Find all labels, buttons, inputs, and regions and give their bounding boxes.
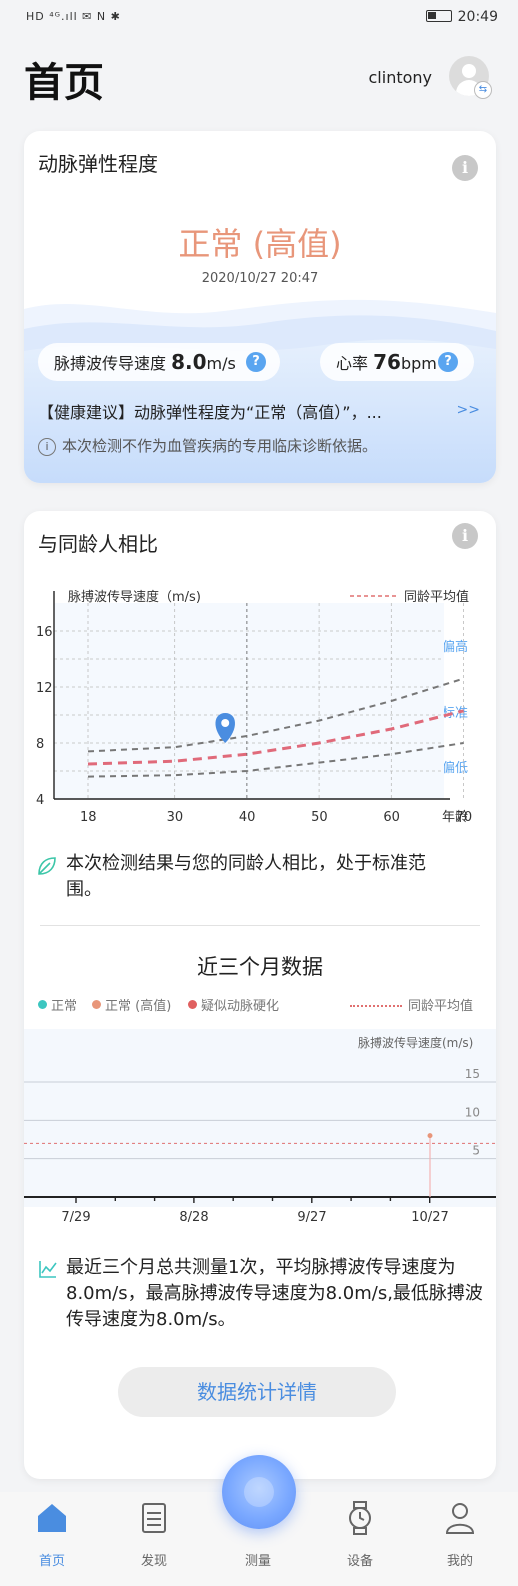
divider — [40, 925, 480, 926]
chart2-x-tick: 7/29 — [61, 1210, 90, 1225]
chart2-y-tick: 10 — [465, 1105, 480, 1119]
status-time: 20:49 — [425, 9, 498, 25]
chart1-x-tick: 50 — [311, 810, 328, 825]
chart2-x-tick: 8/28 — [179, 1210, 208, 1225]
chart2-data-point — [427, 1133, 433, 1139]
advice-more-link[interactable]: >> — [457, 402, 480, 418]
elasticity-title: 动脉弹性程度 — [38, 152, 158, 176]
chart2-x-tick: 9/27 — [297, 1210, 326, 1225]
elasticity-card[interactable]: 动脉弹性程度 i 正常 (高值) 2020/10/27 20:47 脉搏波传导速… — [24, 131, 496, 483]
chart2-y-tick: 15 — [465, 1067, 480, 1081]
info-icon[interactable]: i — [452, 523, 478, 549]
compare-title: 与同龄人相比 — [38, 532, 158, 556]
user-marker-head — [221, 719, 230, 727]
heart-rate-pill[interactable]: 心率 76bpm ? — [320, 343, 474, 381]
recent-chart[interactable]: 脉搏波传导速度(m/s) 5 10 15 7/29 8/28 9/27 10/27 — [24, 1029, 496, 1239]
age-comparison-chart: 脉搏波传导速度（m/s) 同龄平均值 偏高 标准 偏低 年龄 48121618 3… — [36, 589, 473, 825]
stats-detail-button[interactable]: 数据统计详情 — [118, 1367, 396, 1417]
compare-result-text: 本次检测结果与您的同龄人相比，处于标准范围。 — [66, 853, 426, 900]
discover-icon — [142, 1503, 166, 1533]
legend-normal-high: 正常 (高值) — [92, 995, 171, 1014]
hr-help-icon[interactable]: ? — [438, 352, 458, 372]
chart2-ylabel: 脉搏波传导速度(m/s) — [358, 1035, 473, 1050]
legend-suspected: 疑似动脉硬化 — [188, 995, 279, 1014]
pwv-pill[interactable]: 脉搏波传导速度 8.0m/s ? — [38, 343, 280, 381]
chart2-x-tick: 10/27 — [411, 1210, 448, 1225]
leaf-icon — [38, 857, 56, 875]
home-icon — [38, 1504, 66, 1532]
page-title: 首页 — [24, 60, 104, 106]
chart1-x-tick: 18 — [80, 810, 97, 825]
switch-user-icon[interactable]: ⇆ — [474, 81, 492, 99]
battery-icon — [425, 10, 452, 22]
recent-summary: 最近三个月总共测量1次，平均脉搏波传导速度为8.0m/s，最高脉搏波传导速度为8… — [66, 1257, 483, 1330]
status-icons: HD ⁴ᴳ.ıll ✉ N ✱ — [26, 10, 121, 23]
trend-icon — [39, 1261, 57, 1278]
compare-card: 与同龄人相比 i 脉搏波传导速度（m/s) 同龄平均值 偏高 标准 偏低 年龄 … — [24, 511, 496, 1479]
recent-title: 近三个月数据 — [197, 955, 323, 979]
chart1-y-tick: 12 — [36, 681, 53, 696]
elasticity-result: 正常 (高值) — [178, 225, 342, 263]
legend-avg: 同龄平均值 — [350, 995, 473, 1014]
username[interactable]: clintony — [369, 68, 433, 87]
status-bar: HD ⁴ᴳ.ıll ✉ N ✱ 20:49 — [0, 0, 518, 36]
chart1-ylabel: 脉搏波传导速度（m/s) — [68, 589, 201, 605]
disclaimer: i 本次检测不作为血管疾病的专用临床诊断依据。 — [38, 435, 377, 456]
chart1-x-tick: 40 — [239, 810, 256, 825]
zone-normal-label: 标准 — [442, 706, 468, 721]
measure-button[interactable] — [222, 1455, 296, 1529]
health-advice[interactable]: 【健康建议】动脉弹性程度为“正常（高值）”，... — [38, 399, 452, 423]
info-icon[interactable]: i — [452, 155, 478, 181]
chart1-y-tick: 4 — [36, 793, 44, 808]
zone-high-label: 偏高 — [442, 639, 468, 655]
chart1-plot-area — [54, 603, 444, 799]
chart1-legend-avg: 同龄平均值 — [404, 589, 469, 605]
chart1-y-tick: 16 — [36, 625, 53, 640]
notice-icon: i — [38, 438, 56, 456]
chart1-x-tick: 30 — [167, 810, 184, 825]
chart1-x-tick: 70 — [456, 810, 473, 825]
measure-timestamp: 2020/10/27 20:47 — [201, 271, 319, 286]
person-icon — [445, 1503, 475, 1534]
chart1-x-tick: 60 — [383, 810, 400, 825]
zone-low-label: 偏低 — [442, 761, 468, 776]
pwv-help-icon[interactable]: ? — [246, 352, 266, 372]
chart2-y-tick: 5 — [472, 1144, 480, 1158]
chart1-y-tick: 8 — [36, 737, 44, 752]
legend-normal: 正常 — [38, 995, 77, 1014]
watch-icon — [349, 1501, 371, 1535]
